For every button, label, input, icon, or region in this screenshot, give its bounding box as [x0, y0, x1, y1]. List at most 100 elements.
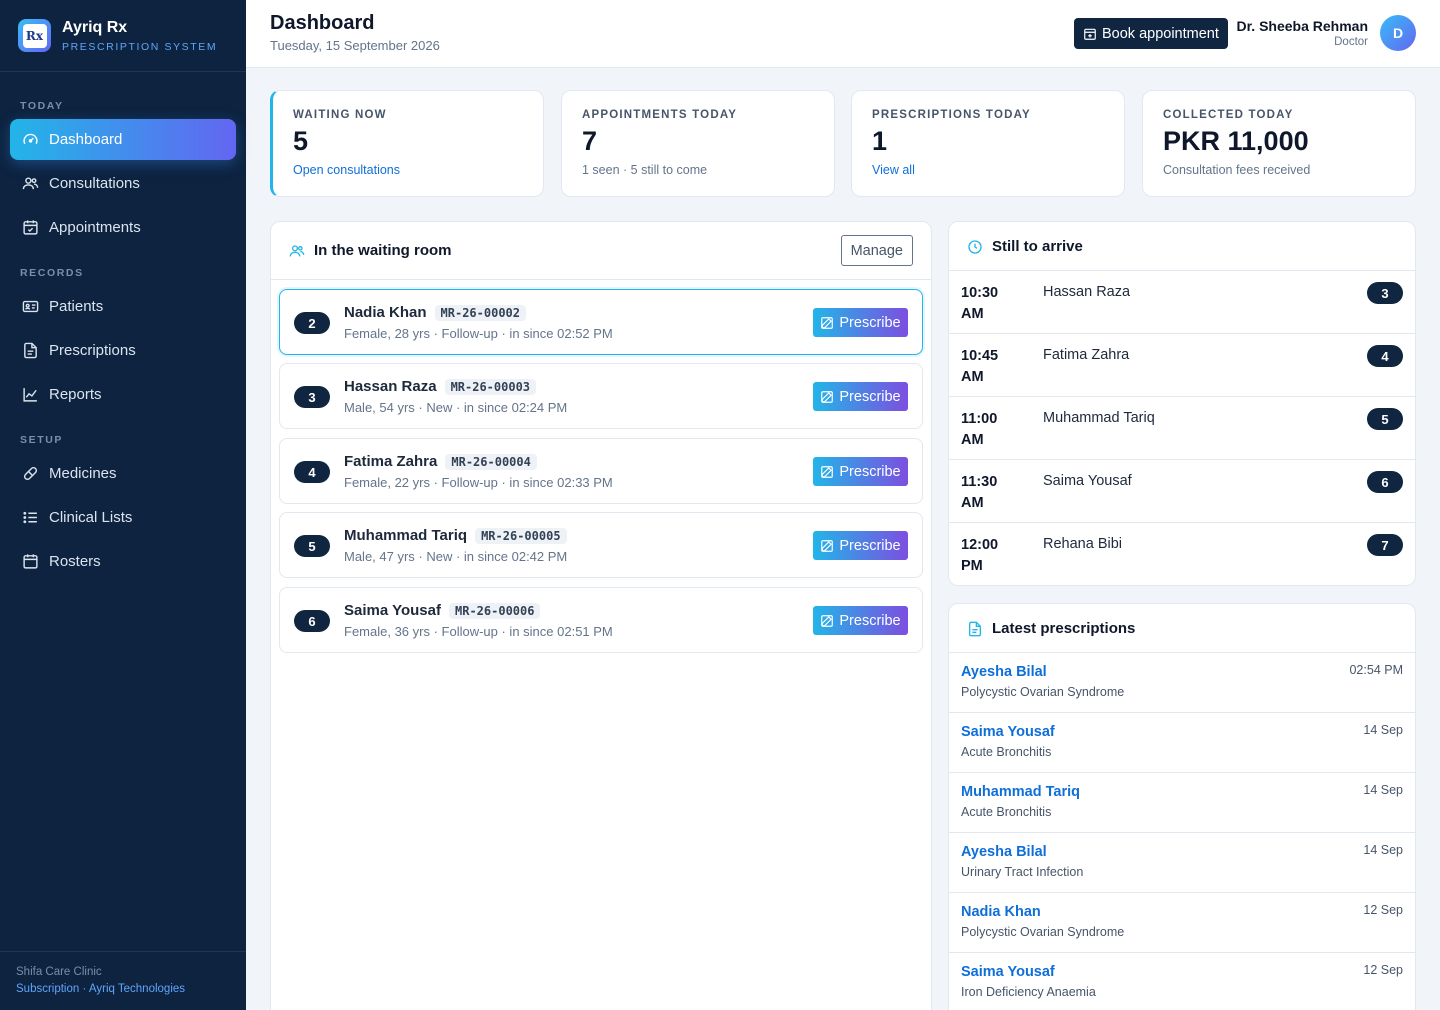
patient-meta: Male, 54 yrs · New · in since 02:24 PM: [344, 400, 568, 415]
stat-label: APPOINTMENTS TODAY: [582, 109, 738, 121]
waiting-room-header: In the waiting room: [271, 222, 931, 280]
prescription-date: 02:54 PM: [1349, 663, 1403, 677]
prescription-row[interactable]: Muhammad Tariq Acute Bronchitis 14 Sep: [949, 772, 1415, 832]
arrival-row[interactable]: 10:30 AM Hassan Raza 3: [949, 270, 1415, 333]
arrival-row[interactable]: 11:00 AM Muhammad Tariq 5: [949, 396, 1415, 459]
stat-card-collected: COLLECTED TODAY PKR 11,000 Consultation …: [1142, 90, 1416, 197]
line-chart-icon: [23, 388, 37, 402]
stat-card-appointments: APPOINTMENTS TODAY 7 1 seen · 5 still to…: [561, 90, 835, 197]
company-link[interactable]: Ayriq Technologies: [89, 983, 185, 995]
sidebar-item-dashboard[interactable]: Dashboard: [10, 119, 236, 160]
edit-icon: [821, 614, 834, 627]
queue-number-badge: 5: [1367, 408, 1403, 430]
arrival-name: Fatima Zahra: [1043, 347, 1130, 363]
prescription-patient-link[interactable]: Nadia Khan: [961, 904, 1041, 920]
clock-icon: [968, 239, 982, 254]
prescribe-button[interactable]: Prescribe: [813, 606, 908, 635]
patient-name: Saima Yousaf: [344, 602, 441, 619]
view-all-link[interactable]: View all: [872, 163, 1104, 177]
sidebar-item-clinical-lists[interactable]: Clinical Lists: [10, 497, 236, 538]
edit-icon: [821, 316, 834, 329]
arrivals-title: Still to arrive: [992, 238, 1083, 255]
book-appointment-button[interactable]: Book appointment: [1074, 18, 1228, 49]
sidebar-item-appointments[interactable]: Appointments: [10, 207, 236, 248]
prescription-row[interactable]: Nadia Khan Polycystic Ovarian Syndrome 1…: [949, 892, 1415, 952]
page-title: Dashboard: [270, 12, 375, 34]
sidebar-item-consultations[interactable]: Consultations: [10, 163, 236, 204]
prescription-diagnosis: Acute Bronchitis: [961, 805, 1052, 819]
waiting-patient-row[interactable]: 5 Muhammad Tariq MR-26-00005 Male, 47 yrs…: [279, 512, 923, 578]
sidebar-item-prescriptions[interactable]: Prescriptions: [10, 330, 236, 371]
manage-button[interactable]: Manage: [840, 235, 913, 266]
prescription-row[interactable]: Saima Yousaf Iron Deficiency Anaemia 12 …: [949, 952, 1415, 1010]
prescription-diagnosis: Iron Deficiency Anaemia: [961, 985, 1096, 999]
subscription-link[interactable]: Subscription: [16, 983, 79, 995]
arrival-row[interactable]: 10:45 AM Fatima Zahra 4: [949, 333, 1415, 396]
page-date: Tuesday, 15 September 2026: [270, 38, 440, 53]
sidebar-item-patients[interactable]: Patients: [10, 286, 236, 327]
prescription-patient-link[interactable]: Saima Yousaf: [961, 724, 1055, 740]
queue-number-badge: 7: [1367, 534, 1403, 556]
gauge-icon: [23, 133, 38, 145]
stat-card-prescriptions: PRESCRIPTIONS TODAY 1 View all: [851, 90, 1125, 197]
prescription-row[interactable]: Ayesha Bilal Urinary Tract Infection 14 …: [949, 832, 1415, 892]
waiting-patient-row[interactable]: 6 Saima Yousaf MR-26-00006 Female, 36 yrs…: [279, 587, 923, 653]
patient-name: Hassan Raza: [344, 378, 437, 395]
stat-value: 7: [582, 126, 598, 156]
queue-number-badge: 2: [294, 312, 330, 334]
user-name: Dr. Sheeba Rehman: [1236, 18, 1369, 34]
sidebar-footer: Shifa Care Clinic Subscription · Ayriq T…: [0, 951, 246, 1010]
stat-value: PKR 11,000: [1163, 126, 1309, 156]
brand[interactable]: Rx Ayriq Rx PRESCRIPTION SYSTEM: [0, 0, 246, 72]
open-consultations-link[interactable]: Open consultations: [293, 163, 523, 177]
arrival-time: 11:00 AM: [961, 411, 998, 448]
prescription-date: 12 Sep: [1363, 903, 1403, 917]
sidebar-item-reports[interactable]: Reports: [10, 374, 236, 415]
prescribe-label: Prescribe: [839, 388, 901, 405]
prescribe-button[interactable]: Prescribe: [813, 382, 908, 411]
patient-name: Fatima Zahra: [344, 453, 438, 470]
edit-icon: [821, 539, 834, 552]
sidebar-item-medicines[interactable]: Medicines: [10, 453, 236, 494]
user-role: Doctor: [1334, 36, 1368, 48]
prescription-patient-link[interactable]: Ayesha Bilal: [961, 664, 1047, 680]
prescription-row[interactable]: Saima Yousaf Acute Bronchitis 14 Sep: [949, 712, 1415, 772]
edit-icon: [821, 390, 834, 403]
brand-subtitle: PRESCRIPTION SYSTEM: [62, 40, 218, 53]
arrival-name: Saima Yousaf: [1043, 473, 1132, 489]
sidebar-item-rosters[interactable]: Rosters: [10, 541, 236, 582]
logo-text: Rx: [22, 23, 47, 48]
prescription-diagnosis: Acute Bronchitis: [961, 745, 1052, 759]
stat-subtext: 1 seen · 5 still to come: [582, 163, 708, 177]
waiting-patient-row[interactable]: 4 Fatima Zahra MR-26-00004 Female, 22 yrs…: [279, 438, 923, 504]
arrival-name: Rehana Bibi: [1043, 536, 1122, 552]
prescription-diagnosis: Polycystic Ovarian Syndrome: [961, 925, 1125, 939]
prescribe-button[interactable]: Prescribe: [813, 457, 908, 486]
prescription-patient-link[interactable]: Muhammad Tariq: [961, 784, 1080, 800]
sidebar-item-label: Rosters: [49, 553, 101, 570]
prescription-row[interactable]: Ayesha Bilal Polycystic Ovarian Syndrome…: [949, 652, 1415, 712]
prescribe-button[interactable]: Prescribe: [813, 531, 908, 560]
stat-value: 5: [293, 126, 309, 156]
mr-number: MR-26-00004: [445, 453, 537, 470]
prescription-patient-link[interactable]: Ayesha Bilal: [961, 844, 1047, 860]
mr-number: MR-26-00006: [449, 602, 541, 619]
prescribe-label: Prescribe: [839, 612, 901, 629]
stat-label: WAITING NOW: [293, 109, 387, 121]
prescribe-button[interactable]: Prescribe: [813, 308, 908, 337]
sidebar-item-label: Appointments: [49, 219, 141, 236]
prescription-patient-link[interactable]: Saima Yousaf: [961, 964, 1055, 980]
arrival-time: 10:45 AM: [961, 348, 999, 385]
prescription-date: 14 Sep: [1363, 843, 1403, 857]
app-logo: Rx: [18, 19, 51, 52]
top-header: Dashboard Tuesday, 15 September 2026 Boo…: [246, 0, 1440, 68]
arrival-row[interactable]: 12:00 PM Rehana Bibi 7: [949, 522, 1415, 585]
prescription-diagnosis: Polycystic Ovarian Syndrome: [961, 685, 1125, 699]
arrival-name: Hassan Raza: [1043, 284, 1131, 300]
waiting-patient-row[interactable]: 2 Nadia Khan MR-26-00002 Female, 28 yrs ·…: [279, 289, 923, 355]
arrival-row[interactable]: 11:30 AM Saima Yousaf 6: [949, 459, 1415, 522]
avatar[interactable]: D: [1380, 15, 1416, 51]
waiting-patient-row[interactable]: 3 Hassan Raza MR-26-00003 Male, 54 yrs · …: [279, 363, 923, 429]
nav-section-today: TODAY: [20, 100, 64, 112]
latest-prescriptions-header: Latest prescriptions: [949, 604, 1415, 653]
